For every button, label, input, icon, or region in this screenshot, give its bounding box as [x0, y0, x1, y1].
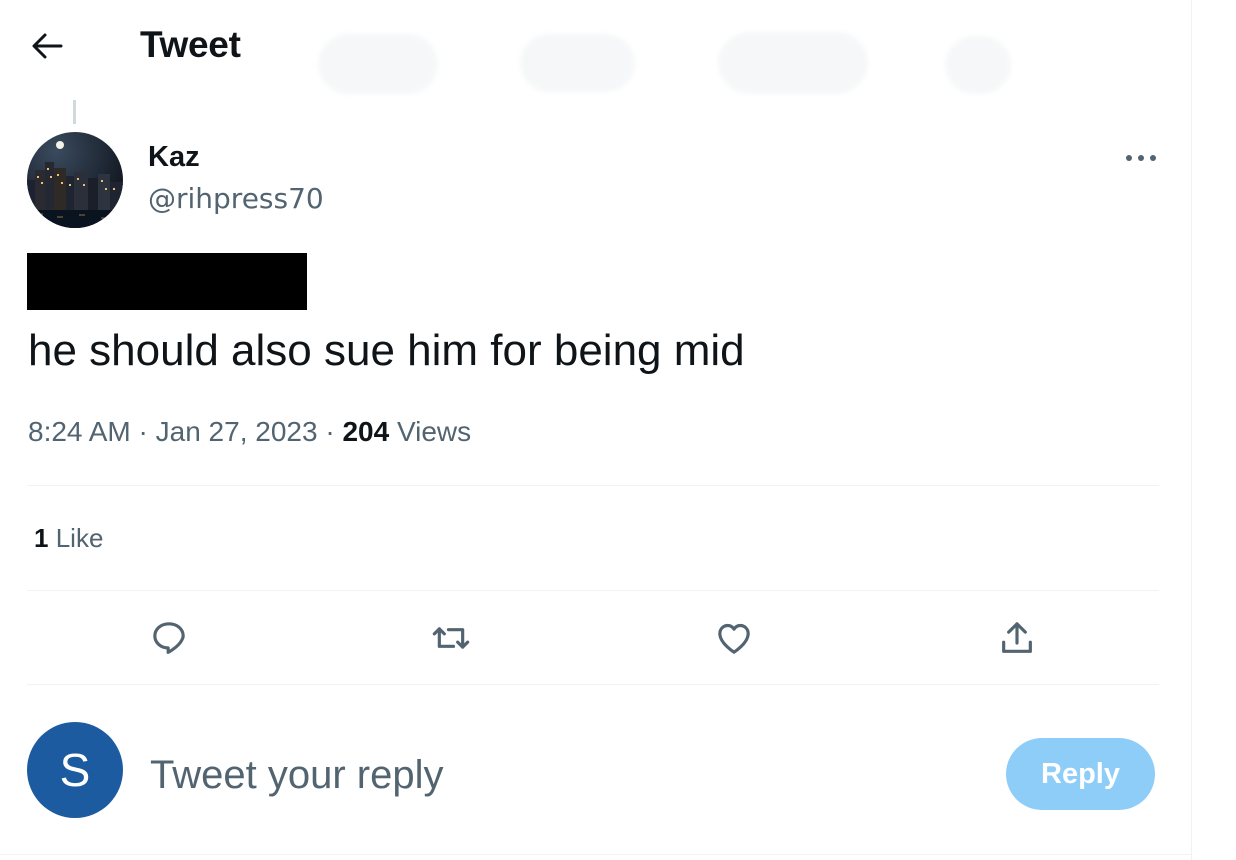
thread-connector-line: [73, 100, 76, 124]
like-action-button[interactable]: [710, 614, 758, 662]
views-label: Views: [396, 416, 472, 447]
likes-label: Like: [55, 523, 104, 553]
city-night-avatar-image: [27, 132, 123, 228]
retweet-icon: [432, 627, 470, 649]
tweet-date[interactable]: Jan 27, 2023: [156, 416, 318, 447]
divider: [27, 684, 1159, 685]
blurred-background: [945, 36, 1011, 94]
back-button[interactable]: [24, 26, 70, 66]
likes-stat-link[interactable]: 1 Like: [34, 523, 103, 554]
tweet-metadata: 8:24 AM · Jan 27, 2023 · 204 Views: [28, 416, 471, 448]
arrow-left-icon: [32, 33, 63, 59]
page-header: Tweet: [0, 0, 1191, 94]
blurred-background: [718, 32, 868, 94]
blurred-background: [318, 34, 438, 94]
views-count: 204: [342, 416, 390, 447]
divider: [0, 854, 1191, 855]
more-horizontal-icon: [1126, 155, 1156, 161]
separator-dot: ·: [325, 416, 343, 447]
redacted-block: [27, 253, 307, 310]
heart-icon: [718, 623, 750, 654]
current-user-avatar[interactable]: S: [27, 722, 123, 818]
author-handle[interactable]: @rihpress70: [148, 182, 324, 215]
more-options-button[interactable]: [1120, 140, 1162, 176]
tweet-text: he should also sue him for being mid: [28, 326, 745, 375]
retweet-action-button[interactable]: [427, 614, 475, 662]
divider: [27, 590, 1159, 591]
reply-action-button[interactable]: [145, 614, 193, 662]
reply-button[interactable]: Reply: [1006, 738, 1155, 810]
tweet-time[interactable]: 8:24 AM: [28, 416, 131, 447]
page-title: Tweet: [140, 24, 241, 65]
share-icon: [1002, 622, 1032, 653]
likes-count: 1: [34, 523, 49, 553]
tweet-detail-column: Tweet Kaz @rihpress70 he should also sue…: [0, 0, 1192, 860]
author-name[interactable]: Kaz: [148, 141, 200, 174]
comment-icon: [153, 622, 185, 654]
reply-input[interactable]: [150, 745, 970, 805]
separator-dot: ·: [138, 416, 156, 447]
share-action-button[interactable]: [993, 614, 1041, 662]
author-avatar[interactable]: [27, 132, 123, 228]
blurred-background: [520, 34, 635, 92]
divider: [27, 485, 1159, 486]
